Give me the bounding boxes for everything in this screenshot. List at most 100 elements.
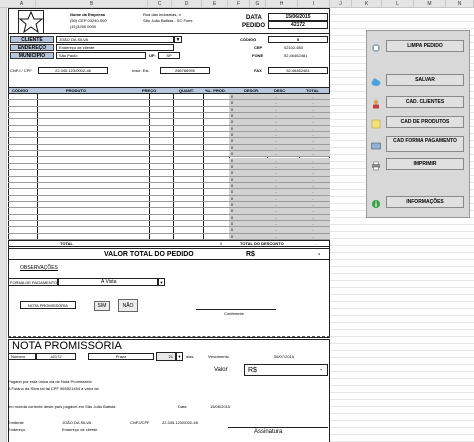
chevron-down-icon: ▼ — [159, 280, 164, 285]
cell-descr: - — [275, 189, 277, 195]
cell-descr: - — [275, 100, 277, 106]
cell-total: - — [312, 208, 314, 214]
cell-total: - — [312, 214, 314, 220]
prazo-select[interactable]: 21 — [156, 352, 176, 361]
cell-descr: - — [275, 176, 277, 182]
cell-vl-prod: 0 — [230, 233, 234, 239]
valor-value: - — [320, 367, 323, 374]
cliente-input[interactable]: JOÃO DA SILVA — [56, 36, 174, 43]
cell-vl-prod: 0 — [230, 201, 234, 207]
fax-field[interactable]: 52.46462481 — [268, 67, 328, 74]
column-header-n[interactable]: N — [446, 0, 474, 8]
cell-total: - — [312, 144, 314, 150]
cell-vl-prod: 0 — [230, 182, 234, 188]
promissoria-cnpj-label: CNPJ/CPF — [130, 420, 150, 425]
header-divider — [8, 33, 330, 34]
column-header-l[interactable]: L — [382, 0, 414, 8]
cad-forma-pagamento-button[interactable]: CAD FORMA PAGAMENTO — [386, 136, 464, 152]
cnpj-field[interactable]: 22.345.123/0002-48 — [38, 67, 108, 74]
column-header-g[interactable]: G — [250, 0, 266, 8]
column-header-j[interactable]: J — [330, 0, 352, 8]
th-produto: PRODUTO — [66, 88, 86, 93]
forma-pagamento-select[interactable]: A Vista — [58, 278, 158, 286]
cep-field[interactable]: 02102-650 — [284, 46, 303, 50]
company-address: Rua das Industrias, n — [143, 12, 181, 17]
th-total: TOTAL — [306, 88, 319, 93]
cliente-label: CLIENTE — [10, 36, 54, 43]
nao-button[interactable]: NÃO — [118, 299, 138, 312]
promissoria-cnpj-value: 22.345.123/0002-48 — [162, 420, 198, 425]
cell-total: - — [312, 221, 314, 226]
th-desc: DESC — [274, 88, 286, 93]
th-codigo: CÓDIGO — [12, 88, 29, 93]
total-desconto-value: - — [316, 241, 318, 246]
valor-total-label: VALOR TOTAL DO PEDIDO — [104, 251, 194, 258]
cell-vl-prod: 0 — [230, 221, 234, 226]
column-header-k[interactable]: K — [352, 0, 382, 8]
column-header-i[interactable]: I — [298, 0, 330, 8]
column-header-a[interactable]: A — [8, 0, 36, 8]
sim-button[interactable]: SIM — [94, 301, 110, 311]
cell-descr: - — [275, 144, 277, 150]
cell-vl-prod: 0 — [230, 100, 234, 106]
cad-produtos-button[interactable]: CAD DE PRODUTOS — [386, 116, 464, 128]
cep-label: CEP — [254, 45, 263, 50]
promissoria-endereco-label: Endereço — [8, 427, 26, 432]
cell-total: - — [312, 163, 314, 169]
limpa-pedido-button[interactable]: LIMPA PEDIDO — [386, 40, 464, 52]
cell-descr: - — [275, 125, 277, 131]
column-header-h[interactable]: H — [266, 0, 298, 8]
prazo-dropdown[interactable]: ▼ — [176, 352, 183, 361]
codigo-field[interactable]: 5 — [268, 36, 328, 43]
user-icon — [371, 96, 381, 109]
promissoria-title: NOTA PROMISSÓRIA — [12, 340, 122, 352]
uf-input[interactable]: SP — [158, 52, 180, 59]
numero-field[interactable]: 42172 — [36, 353, 76, 360]
fone-field[interactable]: 52.46462481 — [284, 54, 307, 58]
insc-label: Inscr. Est. — [132, 68, 150, 73]
emitente-label: Emitente — [8, 420, 24, 425]
th-preco: PREÇO — [142, 88, 157, 93]
data-field[interactable]: 15/06/2015 — [268, 13, 328, 21]
cell-descr: - — [275, 119, 277, 125]
pedido-field[interactable]: 42172 — [268, 21, 328, 29]
valor-label: Valor — [214, 367, 228, 373]
pedido-label: PEDIDO — [242, 23, 266, 29]
column-header-e[interactable]: E — [202, 0, 228, 8]
municipio-label: MUNICÍPIO — [10, 52, 54, 59]
cad-clientes-button[interactable]: CAD. CLIENTES — [386, 96, 464, 108]
cliente-dropdown[interactable]: ▼ — [174, 36, 182, 43]
salvar-button[interactable]: SALVAR — [386, 74, 464, 86]
cell-vl-prod: 0 — [230, 119, 234, 125]
cell-descr: - — [275, 132, 277, 138]
insc-field[interactable]: 256786990 — [160, 67, 210, 74]
total-zero: 0 — [220, 241, 223, 246]
assinatura-label: Assinatura — [254, 429, 283, 435]
endereco-input[interactable]: Endereço de cliente — [56, 44, 174, 51]
cell-vl-prod: 0 — [230, 163, 234, 169]
cell-vl-prod: 0 — [230, 113, 234, 119]
cell-vl-prod: 0 — [230, 144, 234, 150]
cell-total: - — [312, 119, 314, 125]
total-desconto-label: TOTAL DO DESCONTO — [240, 241, 284, 246]
informacoes-button[interactable]: INFORMAÇÕES — [386, 196, 464, 208]
conferente-line — [196, 309, 276, 310]
column-header-d[interactable]: D — [172, 0, 202, 8]
logo-box — [18, 10, 44, 34]
municipio-input[interactable]: São Paulo — [56, 52, 146, 59]
column-header-f[interactable]: F — [228, 0, 250, 8]
imprimir-button[interactable]: IMPRIMIR — [386, 158, 464, 170]
total-label: TOTAL — [60, 241, 73, 246]
chevron-down-icon: ▼ — [177, 354, 182, 359]
page-break-line — [8, 336, 330, 337]
note-icon — [371, 116, 381, 129]
observacoes-label: OBSERVAÇÕES — [20, 265, 58, 271]
assinatura-line — [228, 427, 328, 428]
column-header-c[interactable]: C — [148, 0, 172, 8]
column-header-b[interactable]: B — [36, 0, 148, 8]
forma-pagamento-dropdown[interactable]: ▼ — [158, 278, 165, 286]
cell-total: - — [312, 132, 314, 138]
column-header-m[interactable]: M — [414, 0, 446, 8]
cell-vl-prod: 0 — [230, 94, 234, 99]
chevron-down-icon: ▼ — [175, 37, 181, 43]
